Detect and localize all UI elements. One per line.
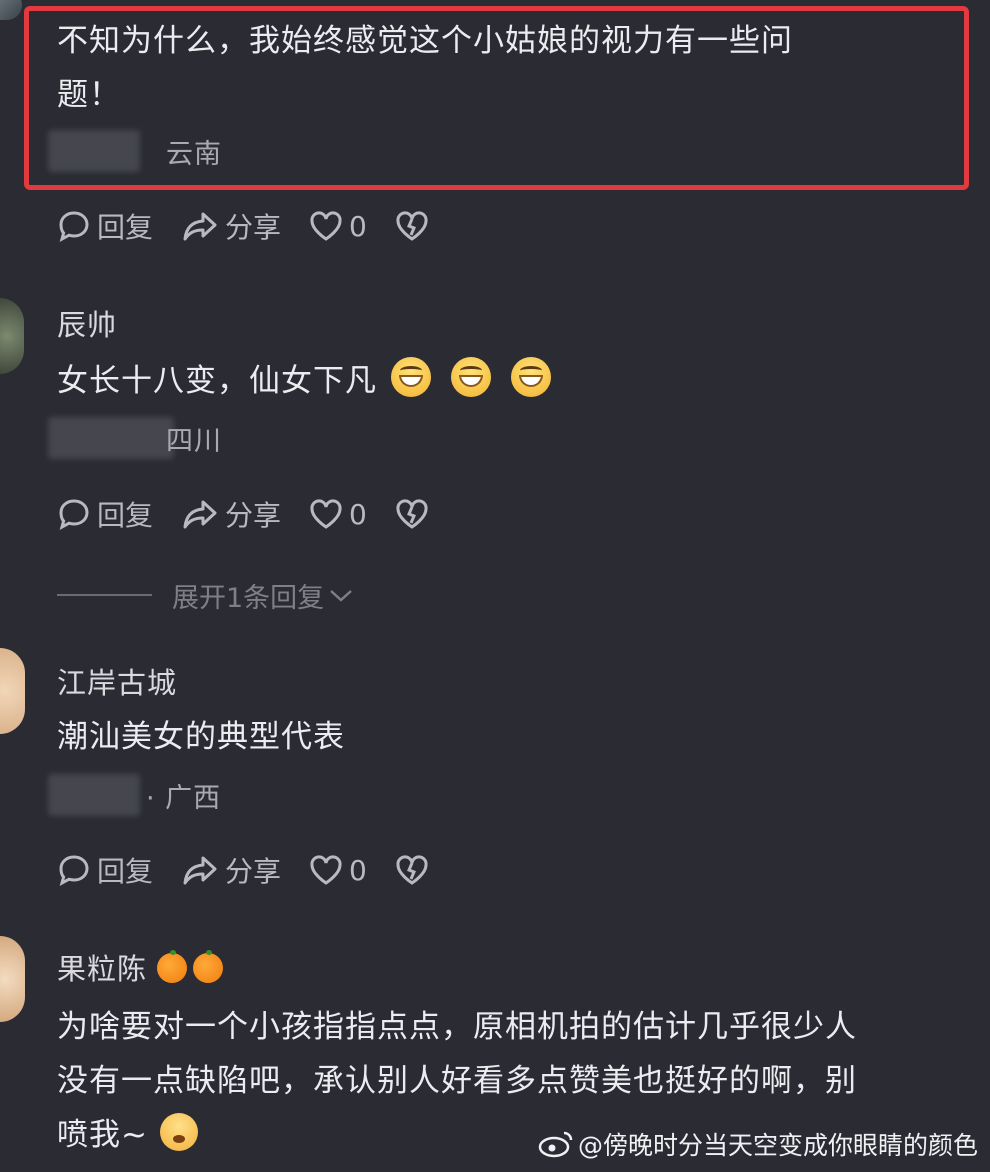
broken-heart-icon <box>396 855 428 885</box>
grin-emoji-icon <box>391 357 431 397</box>
like-button[interactable]: 0 <box>309 498 367 531</box>
reply-button[interactable]: 回复 <box>57 494 153 534</box>
share-button[interactable]: 分享 <box>181 494 281 534</box>
dislike-button[interactable] <box>395 498 429 530</box>
divider <box>57 594 152 596</box>
broken-heart-icon <box>396 211 428 241</box>
avatar[interactable] <box>0 936 25 1022</box>
orange-emoji-icon <box>193 950 224 983</box>
reply-label: 回复 <box>97 855 154 888</box>
like-button[interactable]: 0 <box>309 854 367 887</box>
avatar[interactable] <box>0 298 24 374</box>
like-count: 0 <box>349 497 367 531</box>
username[interactable]: 辰帅 <box>57 302 117 344</box>
heart-icon <box>310 499 342 529</box>
reply-icon <box>59 211 89 242</box>
expand-replies-button[interactable]: 展开1条回复 <box>57 572 354 618</box>
comment-text: 不知为什么，我始终感觉这个小姑娘的视力有一些问 题！ <box>57 23 793 113</box>
share-label: 分享 <box>225 499 282 532</box>
blurred-time <box>48 130 140 172</box>
share-label: 分享 <box>225 211 282 244</box>
share-icon <box>183 212 217 241</box>
heart-icon <box>310 855 342 885</box>
like-count: 0 <box>349 853 367 887</box>
comment-location: 云南 <box>166 139 222 170</box>
avatar[interactable] <box>0 648 25 734</box>
watermark: @傍晚时分当天空变成你眼睛的颜色 <box>538 1126 978 1162</box>
username[interactable]: 果粒陈 <box>57 946 224 988</box>
comment-text: 女长十八变，仙女下凡 <box>57 354 551 408</box>
reply-button[interactable]: 回复 <box>57 206 153 246</box>
username[interactable]: 江岸古城 <box>57 660 177 702</box>
reply-label: 回复 <box>97 499 154 532</box>
weibo-logo-icon <box>538 1131 573 1158</box>
grin-emoji-icon <box>511 357 551 397</box>
heart-icon <box>310 211 342 241</box>
comment-actions: 回复 分享 0 <box>57 206 457 246</box>
watermark-text: @傍晚时分当天空变成你眼睛的颜色 <box>577 1131 978 1160</box>
share-icon <box>183 856 217 885</box>
reply-label: 回复 <box>97 211 154 244</box>
comment-actions: 回复 分享 0 <box>57 494 457 534</box>
chevron-down-icon <box>330 590 353 602</box>
grin-emoji-icon <box>451 357 491 397</box>
broken-heart-icon <box>396 499 428 529</box>
share-button[interactable]: 分享 <box>181 206 281 246</box>
orange-emoji-icon <box>157 950 188 983</box>
blurred-time <box>48 417 174 459</box>
share-label: 分享 <box>225 855 282 888</box>
comment-location: 四川 <box>166 426 222 457</box>
smirk-emoji-icon <box>159 1113 198 1151</box>
expand-label: 展开1条回复 <box>172 582 325 614</box>
dislike-button[interactable] <box>395 854 429 886</box>
like-button[interactable]: 0 <box>309 210 367 243</box>
comment-text: 潮汕美女的典型代表 <box>57 719 345 755</box>
blurred-time <box>48 774 140 816</box>
dislike-button[interactable] <box>395 210 429 242</box>
reply-button[interactable]: 回复 <box>57 850 153 890</box>
reply-icon <box>59 499 89 530</box>
share-button[interactable]: 分享 <box>181 850 281 890</box>
reply-icon <box>59 855 89 886</box>
like-count: 0 <box>349 209 367 243</box>
avatar[interactable] <box>0 0 22 20</box>
share-icon <box>183 500 217 529</box>
comment-actions: 回复 分享 0 <box>57 850 457 890</box>
comment-location: · 广西 <box>146 783 222 814</box>
